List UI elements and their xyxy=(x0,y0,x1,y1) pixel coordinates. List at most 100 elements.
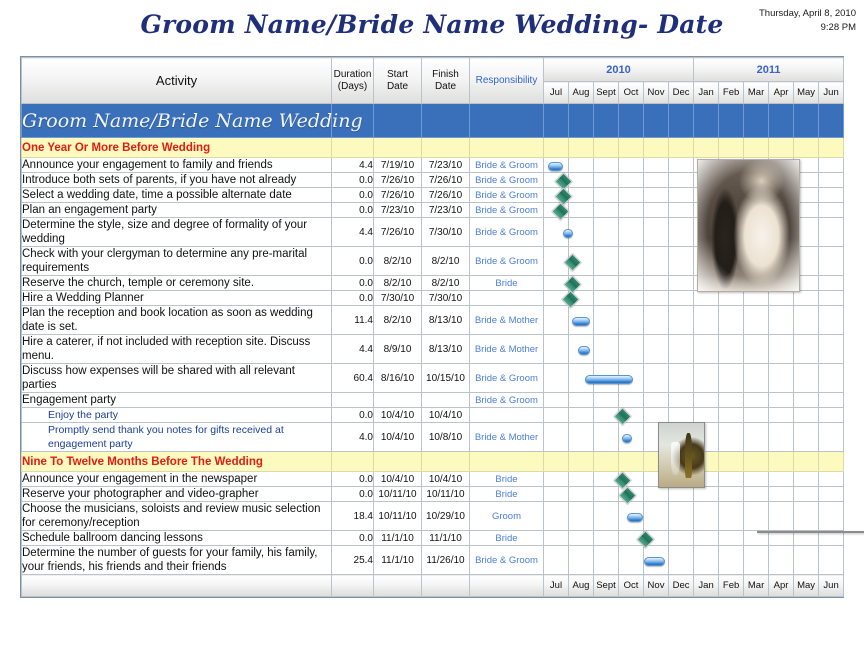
phase-cell xyxy=(744,452,769,472)
gantt-cell-feb xyxy=(719,306,744,335)
gantt-cell-mar xyxy=(744,188,769,203)
table-row[interactable]: Choose the musicians, soloists and revie… xyxy=(22,502,844,531)
phase-cell xyxy=(669,452,694,472)
task-start-date: 7/26/10 xyxy=(374,173,422,188)
task-duration: 0.0 xyxy=(332,247,374,276)
task-responsibility xyxy=(470,408,544,423)
gantt-cell-sept xyxy=(594,408,619,423)
footer-month-feb: Feb xyxy=(719,575,744,597)
gantt-cell-mar xyxy=(744,335,769,364)
gantt-cell-dec xyxy=(669,158,694,173)
task-finish-date: 10/4/10 xyxy=(422,408,470,423)
project-band-cell xyxy=(470,104,544,138)
gantt-cell-jul xyxy=(544,218,569,247)
table-row[interactable]: Engagement partyBride & Groom xyxy=(22,393,844,408)
gantt-cell-apr xyxy=(769,158,794,173)
footer-month-may: May xyxy=(794,575,819,597)
gantt-cell-nov xyxy=(644,423,669,452)
gantt-cell-nov xyxy=(644,158,669,173)
gantt-cell-jun xyxy=(819,173,844,188)
task-finish-date: 7/23/10 xyxy=(422,203,470,218)
task-responsibility: Bride & Groom xyxy=(470,203,544,218)
gantt-cell-sept xyxy=(594,173,619,188)
gantt-cell-apr xyxy=(769,408,794,423)
task-activity: Hire a caterer, if not included with rec… xyxy=(22,335,332,364)
phase-cell xyxy=(794,138,819,158)
page-header: Groom Name/Bride Name Wedding- Date Thur… xyxy=(0,0,864,55)
table-row[interactable]: Plan an engagement party0.07/23/107/23/1… xyxy=(22,203,844,218)
task-activity: Introduce both sets of parents, if you h… xyxy=(22,173,332,188)
gantt-cell-feb xyxy=(719,364,744,393)
gantt-cell-nov xyxy=(644,408,669,423)
table-row[interactable]: Promptly send thank you notes for gifts … xyxy=(22,423,844,452)
gantt-cell-oct xyxy=(619,531,644,546)
phase-cell xyxy=(569,138,594,158)
phase-cell xyxy=(769,138,794,158)
gantt-cell-jan xyxy=(694,472,719,487)
gantt-cell-jul xyxy=(544,173,569,188)
table-row[interactable]: Discuss how expenses will be shared with… xyxy=(22,364,844,393)
table-row[interactable]: Select a wedding date, time a possible a… xyxy=(22,188,844,203)
gantt-cell-aug xyxy=(569,502,594,531)
table-row[interactable]: Reserve the church, temple or ceremony s… xyxy=(22,276,844,291)
gantt-cell-feb xyxy=(719,531,744,546)
table-row[interactable]: Introduce both sets of parents, if you h… xyxy=(22,173,844,188)
task-finish-date: 8/13/10 xyxy=(422,335,470,364)
table-row[interactable]: Hire a caterer, if not included with rec… xyxy=(22,335,844,364)
gantt-cell-mar xyxy=(744,173,769,188)
table-row[interactable]: Schedule ballroom dancing lessons0.011/1… xyxy=(22,531,844,546)
gantt-cell-mar xyxy=(744,203,769,218)
task-duration: 18.4 xyxy=(332,502,374,531)
footer-spacer-duration xyxy=(332,575,374,597)
table-row[interactable]: Announce your engagement in the newspape… xyxy=(22,472,844,487)
table-row[interactable]: Check with your clergyman to determine a… xyxy=(22,247,844,276)
gantt-cell-oct xyxy=(619,408,644,423)
gantt-cell-feb xyxy=(719,188,744,203)
task-activity: Check with your clergyman to determine a… xyxy=(22,247,332,276)
gantt-cell-feb xyxy=(719,423,744,452)
gantt-cell-apr xyxy=(769,276,794,291)
month-header-dec: Dec xyxy=(669,82,694,104)
gantt-cell-sept xyxy=(594,502,619,531)
gantt-cell-jan xyxy=(694,364,719,393)
gantt-cell-dec xyxy=(669,291,694,306)
gantt-cell-mar xyxy=(744,546,769,575)
table-row[interactable]: Determine the style, size and degree of … xyxy=(22,218,844,247)
table-row[interactable]: Announce your engagement to family and f… xyxy=(22,158,844,173)
task-duration: 0.0 xyxy=(332,408,374,423)
phase-cell xyxy=(422,138,470,158)
gantt-cell-jul xyxy=(544,423,569,452)
table-row[interactable]: Plan the reception and book location as … xyxy=(22,306,844,335)
gantt-cell-feb xyxy=(719,472,744,487)
gantt-cell-may xyxy=(794,291,819,306)
table-row[interactable]: Determine the number of guests for your … xyxy=(22,546,844,575)
year-header-2010: 2010 xyxy=(544,58,694,82)
month-header-jan: Jan xyxy=(694,82,719,104)
gantt-cell-sept xyxy=(594,487,619,502)
gantt-cell-jan xyxy=(694,276,719,291)
gantt-cell-dec xyxy=(669,173,694,188)
table-row[interactable]: Enjoy the party0.010/4/1010/4/10 xyxy=(22,408,844,423)
task-responsibility: Bride & Groom xyxy=(470,173,544,188)
table-row[interactable]: Reserve your photographer and video-grap… xyxy=(22,487,844,502)
gantt-cell-aug xyxy=(569,531,594,546)
gantt-cell-jan xyxy=(694,408,719,423)
gantt-cell-feb xyxy=(719,276,744,291)
task-start-date: 7/26/10 xyxy=(374,188,422,203)
task-start-date: 7/26/10 xyxy=(374,218,422,247)
task-duration: 0.0 xyxy=(332,276,374,291)
gantt-cell-dec xyxy=(669,487,694,502)
gantt-cell-apr xyxy=(769,335,794,364)
task-start-date: 8/9/10 xyxy=(374,335,422,364)
gantt-cell-feb xyxy=(719,408,744,423)
gantt-cell-jun xyxy=(819,531,844,546)
gantt-cell-may xyxy=(794,364,819,393)
task-duration: 0.0 xyxy=(332,291,374,306)
task-duration: 0.0 xyxy=(332,173,374,188)
gantt-cell-dec xyxy=(669,188,694,203)
phase-cell xyxy=(594,138,619,158)
gantt-cell-feb xyxy=(719,393,744,408)
gantt-cell-feb xyxy=(719,158,744,173)
table-row[interactable]: Hire a Wedding Planner0.07/30/107/30/10 xyxy=(22,291,844,306)
col-header-finish-line1: Finish xyxy=(422,69,469,81)
